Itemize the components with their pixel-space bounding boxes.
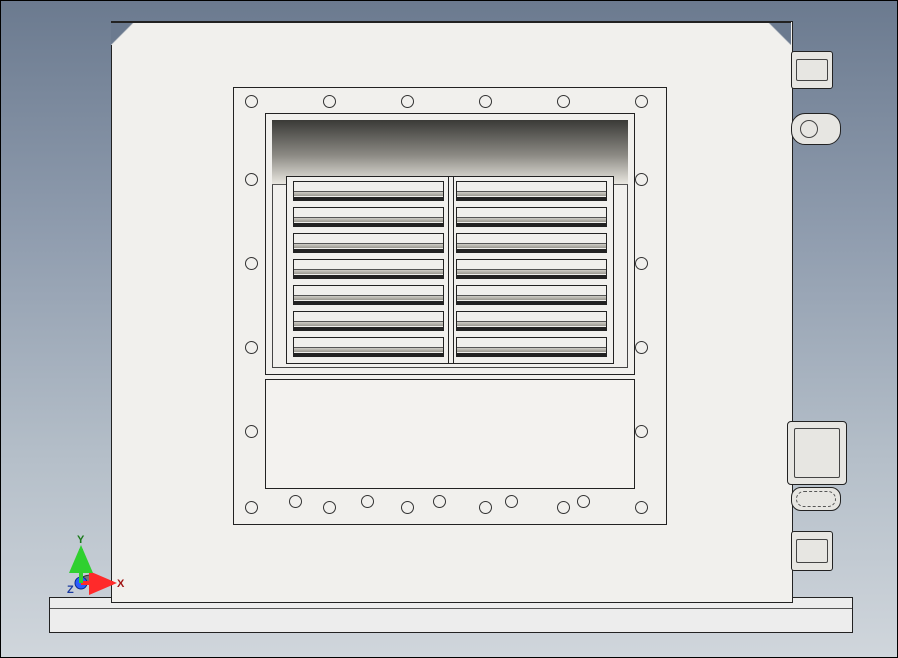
body-edge: [111, 21, 791, 23]
louver-slat: [456, 259, 607, 279]
bolt-hole: [577, 495, 590, 508]
bolt-hole: [505, 495, 518, 508]
bolt-hole: [289, 495, 302, 508]
bolt-hole: [245, 501, 258, 514]
bolt-hole: [401, 95, 414, 108]
bolt-hole: [635, 173, 648, 186]
bolt-hole: [479, 501, 492, 514]
side-connector-bottom: [791, 531, 833, 571]
bolt-hole: [245, 95, 258, 108]
bolt-hole: [433, 495, 446, 508]
side-connector-top: [791, 51, 833, 89]
louver-slat: [293, 181, 444, 201]
bolt-hole: [361, 495, 374, 508]
bolt-hole: [245, 173, 258, 186]
louver-slat: [293, 285, 444, 305]
front-opening: [265, 113, 635, 375]
bolt-hole: [635, 501, 648, 514]
bolt-hole: [245, 257, 258, 270]
louver-column-left: [287, 177, 450, 363]
bolt-hole: [635, 95, 648, 108]
louver-slat: [456, 311, 607, 331]
louver-slat: [293, 233, 444, 253]
bolt-hole: [557, 501, 570, 514]
bolt-hole: [635, 257, 648, 270]
blank-panel: [265, 379, 635, 489]
louver-center-mullion: [448, 177, 454, 363]
bolt-hole: [323, 501, 336, 514]
louver-slat: [456, 207, 607, 227]
louver-column-right: [450, 177, 613, 363]
bolt-hole: [635, 341, 648, 354]
louver-slat: [293, 311, 444, 331]
louver-slat: [293, 259, 444, 279]
side-junction-box: [787, 421, 847, 485]
louver-slat: [293, 337, 444, 357]
side-handle: [791, 113, 841, 145]
bolt-hole: [557, 95, 570, 108]
louver-slat: [456, 337, 607, 357]
louver-slat: [456, 285, 607, 305]
bolt-hole: [245, 341, 258, 354]
axis-y-label: Y: [77, 534, 85, 546]
louver-slat: [293, 207, 444, 227]
louver-slat: [456, 181, 607, 201]
louver-slat: [456, 233, 607, 253]
louver-assembly: [286, 176, 614, 364]
bolt-hole: [245, 425, 258, 438]
bolt-hole: [401, 501, 414, 514]
bolt-hole: [479, 95, 492, 108]
bolt-hole: [323, 95, 336, 108]
axis-z-label: Z: [67, 584, 74, 596]
cad-viewport[interactable]: X Y Z: [1, 1, 897, 657]
bolt-hole: [635, 425, 648, 438]
side-fan-cap: [791, 487, 841, 511]
